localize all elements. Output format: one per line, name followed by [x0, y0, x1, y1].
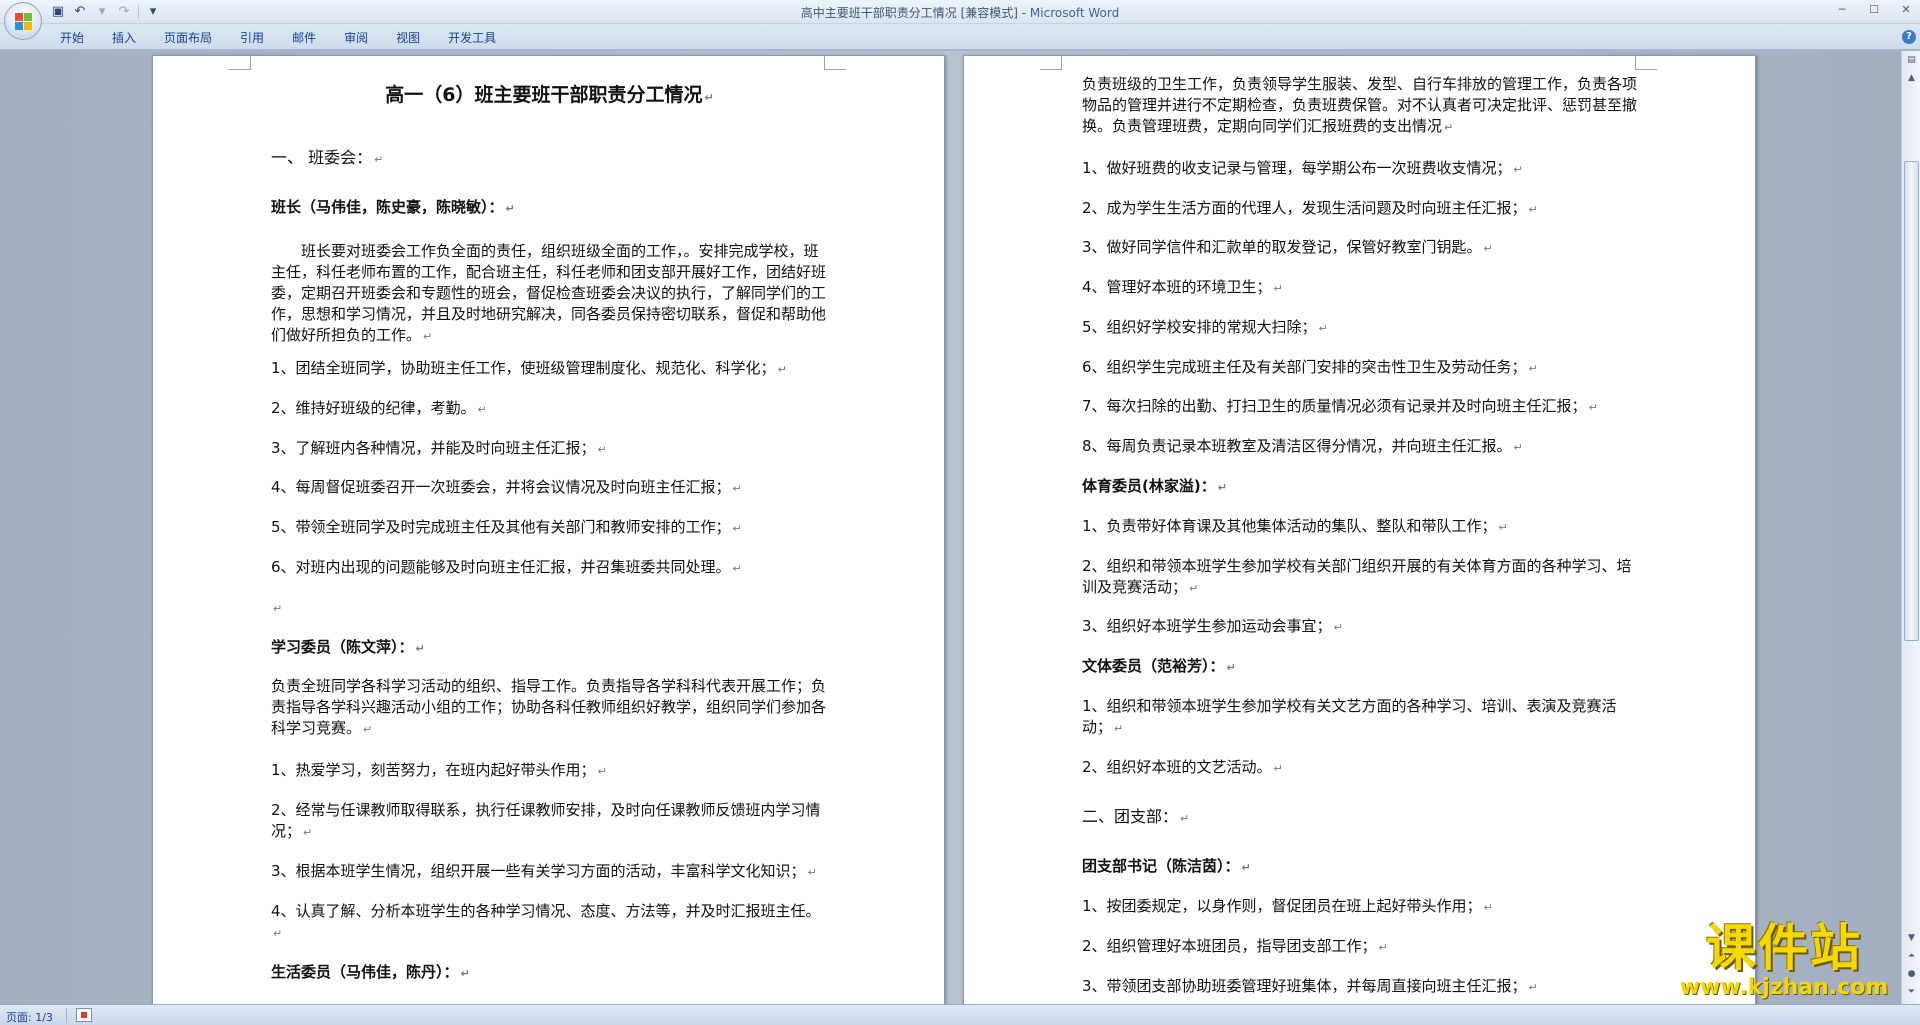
office-logo-icon — [15, 13, 33, 31]
sports-item: 3、组织好本班学生参加运动会事宜； ↵ — [1082, 617, 1343, 635]
ribbon-tabs: 开始 插入 页面布局 引用 邮件 审阅 视图 开发工具 — [46, 29, 510, 47]
monitor-item: 5、带领全班同学及时完成班主任及其他有关部门和教师安排的工作； ↵ — [271, 518, 742, 536]
sports-heading: 体育委员(林家溢)： ↵ — [1082, 477, 1227, 495]
study-item: 3、根据本班学生情况，组织开展一些有关学习方面的活动，丰富科学文化知识； ↵ — [271, 862, 817, 880]
league-item: 2、组织管理好本班团员，指导团支部工作； ↵ — [1082, 937, 1388, 955]
watermark-title: 课件站 — [1706, 919, 1862, 977]
league-item: 3、带领团支部协助班委管理好班集体，并每周直接向班主任汇报； ↵ — [1082, 977, 1538, 995]
watermark-url: www.kjzhan.com — [1679, 975, 1889, 1000]
scroll-down-icon[interactable]: ▼ — [1904, 931, 1919, 946]
monitor-item: 4、每周督促班委召开一次班委会，并将会议情况及时向班主任汇报； ↵ — [271, 478, 742, 496]
maximize-icon[interactable]: ☐ — [1864, 2, 1884, 18]
life-item: 7、每次扫除的出勤、打扫卫生的质量情况必须有记录并及时向班主任汇报； ↵ — [1082, 397, 1598, 415]
scroll-up-icon[interactable]: ▲ — [1904, 71, 1919, 86]
browse-object-icon[interactable]: ● — [1904, 967, 1919, 982]
title-bar: ▣ ↶ ▾ ↷ ▾ 高中主要班干部职责分工情况 [兼容模式] - Microso… — [0, 0, 1920, 40]
life-item: 3、做好同学信件和汇款单的取发登记，保管好教室门钥匙。 ↵ — [1082, 238, 1493, 256]
sports-item: 1、负责带好体育课及其他集体活动的集队、整队和带队工作； ↵ — [1082, 517, 1508, 535]
life-item: 2、成为学生生活方面的代理人，发现生活问题及时向班主任汇报； ↵ — [1082, 199, 1538, 217]
tab-review[interactable]: 审阅 — [330, 29, 382, 47]
study-item: 4、认真了解、分析本班学生的各种学习情况、态度、方法等，并及时汇报班主任。↵ — [271, 902, 821, 940]
section-heading-class-committee: 一、 班委会： ↵ — [271, 148, 384, 167]
scrollbar-thumb[interactable] — [1904, 161, 1919, 641]
window-controls: ─ ☐ ✕ — [1832, 2, 1916, 18]
crop-mark — [1040, 56, 1062, 70]
proofing-icon[interactable] — [76, 1008, 92, 1022]
vertical-scrollbar[interactable]: ▤ ▲ ▼ ⏶ ● ⏷ — [1901, 51, 1920, 1004]
window-title: 高中主要班干部职责分工情况 [兼容模式] - Microsoft Word — [0, 4, 1920, 21]
status-bar: 页面: 1/3 — [0, 1004, 1920, 1025]
status-divider — [66, 1008, 67, 1023]
tab-page-layout[interactable]: 页面布局 — [150, 29, 226, 47]
life-item: 6、组织学生完成班主任及有关部门安排的突击性卫生及劳动任务； ↵ — [1082, 358, 1538, 376]
close-icon[interactable]: ✕ — [1896, 2, 1916, 18]
tab-home[interactable]: 开始 — [46, 29, 98, 47]
page-1[interactable]: 高一（6）班主要班干部职责分工情况 ↵ 一、 班委会： ↵ 班长（马伟佳，陈史豪，陈… — [152, 55, 945, 1004]
league-item: 1、按团委规定，以身作则，督促团员在班上起好带头作用； ↵ — [1082, 897, 1493, 915]
next-page-icon[interactable]: ⏷ — [1904, 985, 1919, 1000]
monitor-heading: 班长（马伟佳，陈史豪，陈晓敏）： ↵ — [271, 198, 515, 216]
document-workspace: 高一（6）班主要班干部职责分工情况 ↵ 一、 班委会： ↵ 班长（马伟佳，陈史豪，陈… — [0, 51, 1901, 1004]
crop-mark — [1635, 56, 1657, 70]
tab-insert[interactable]: 插入 — [98, 29, 150, 47]
tab-developer[interactable]: 开发工具 — [434, 29, 510, 47]
life-item: 1、做好班费的收支记录与管理，每学期公布一次班费收支情况； ↵ — [1082, 159, 1523, 177]
document-title-heading: 高一（6）班主要班干部职责分工情况 ↵ — [385, 84, 714, 106]
life-item: 8、每周负责记录本班教室及清洁区得分情况，并向班主任汇报。 ↵ — [1082, 437, 1523, 455]
previous-page-icon[interactable]: ⏶ — [1904, 949, 1919, 964]
crop-mark — [824, 56, 846, 70]
life-item: 4、管理好本班的环境卫生； ↵ — [1082, 278, 1283, 296]
study-item: 2、经常与任课教师取得联系，执行任课教师安排，及时向任课教师反馈班内学习情况； ↵ — [271, 801, 821, 840]
league-heading: 团支部书记（陈洁茵）： ↵ — [1082, 857, 1251, 875]
app-name: Microsoft Word — [1029, 6, 1120, 20]
study-heading: 学习委员（陈文萍）： ↵ — [271, 638, 425, 656]
office-button[interactable] — [4, 2, 42, 40]
page-2[interactable]: 负责班级的卫生工作，负责领导学生服装、发型、自行车排放的管理工作，负责各项物品的… — [963, 55, 1756, 1004]
help-icon[interactable]: ? — [1902, 30, 1916, 44]
arts-item: 1、组织和带领本班学生参加学校有关文艺方面的各种学习、培训、表演及竞赛活动； ↵ — [1082, 697, 1617, 736]
ribbon: 开始 插入 页面布局 引用 邮件 审阅 视图 开发工具 ? — [0, 24, 1920, 50]
monitor-item: 1、团结全班同学，协助班主任工作，使班级管理制度化、规范化、科学化； ↵ — [271, 359, 787, 377]
study-item: 1、热爱学习，刻苦努力，在班内起好带头作用； ↵ — [271, 761, 607, 779]
monitor-item: 6、对班内出现的问题能够及时向班主任汇报，并召集班委共同处理。 ↵ — [271, 558, 742, 576]
arts-item: 2、组织好本班的文艺活动。 ↵ — [1082, 758, 1283, 776]
monitor-intro-paragraph: 班长要对班委会工作负全面的责任，组织班级全面的工作，。安排完成学校，班主任，科任… — [271, 242, 827, 344]
life-intro-paragraph: 负责班级的卫生工作，负责领导学生服装、发型、自行车排放的管理工作，负责各项物品的… — [1082, 75, 1638, 135]
sports-item: 2、组织和带领本班学生参加学校有关部门组织开展的有关体育方面的各种学习、培训及竞… — [1082, 557, 1632, 596]
monitor-item: 3、了解班内各种情况，并能及时向班主任汇报； ↵ — [271, 439, 607, 457]
life-item: 5、组织好学校安排的常规大扫除； ↵ — [1082, 318, 1328, 336]
minimize-icon[interactable]: ─ — [1832, 2, 1852, 18]
study-intro-paragraph: 负责全班同学各科学习活动的组织、指导工作。负责指导各学科科代表开展工作；负责指导… — [271, 677, 827, 737]
watermark-logo: 课件站 www.kjzhan.com — [1668, 920, 1900, 1000]
ruler-toggle-icon[interactable]: ▤ — [1904, 53, 1919, 68]
tab-mailings[interactable]: 邮件 — [278, 29, 330, 47]
empty-paragraph: ↵ — [273, 602, 283, 615]
page-count[interactable]: 页面: 1/3 — [6, 1009, 53, 1025]
monitor-item: 2、维持好班级的纪律，考勤。 ↵ — [271, 399, 487, 417]
life-heading: 生活委员（马伟佳，陈丹）： ↵ — [271, 963, 470, 981]
tab-view[interactable]: 视图 — [382, 29, 434, 47]
document-title: 高中主要班干部职责分工情况 [兼容模式] - — [800, 6, 1030, 20]
crop-mark — [229, 56, 251, 70]
arts-heading: 文体委员（范裕芳）： ↵ — [1082, 657, 1236, 675]
tab-references[interactable]: 引用 — [226, 29, 278, 47]
section-heading-league: 二、团支部： ↵ — [1082, 807, 1190, 826]
